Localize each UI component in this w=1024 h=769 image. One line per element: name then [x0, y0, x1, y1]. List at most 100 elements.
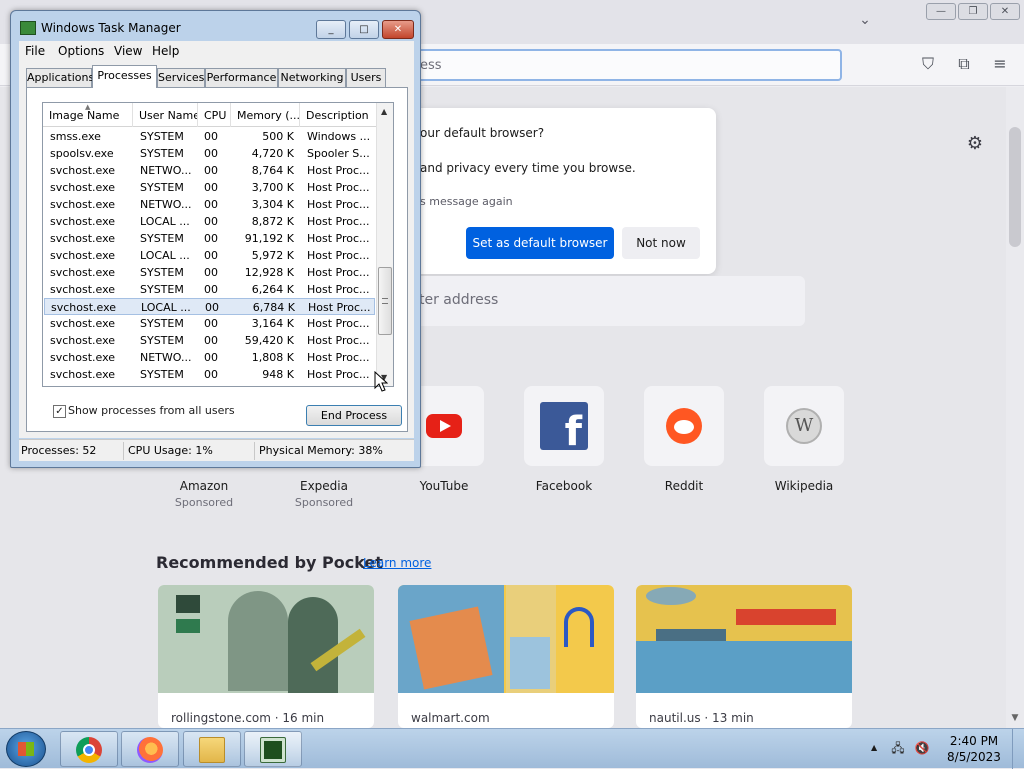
pocket-card-source: nautil.us · 13 min	[649, 711, 754, 725]
cell-memory: 500 K	[262, 130, 294, 143]
taskbar-chrome[interactable]	[60, 731, 118, 767]
facebook-tile: f	[524, 386, 604, 466]
show-all-users-checkbox[interactable]: ✓	[53, 405, 66, 418]
process-row[interactable]: svchost.exe SYSTEM 00 12,928 K Host Proc...	[44, 264, 375, 281]
pocket-learn-more-link[interactable]: Learn more	[363, 556, 431, 570]
cell-image-name: smss.exe	[50, 130, 101, 143]
process-row[interactable]: svchost.exe SYSTEM 00 91,192 K Host Proc...	[44, 230, 375, 247]
menu-file[interactable]: File	[25, 44, 45, 58]
pocket-card-image	[158, 585, 374, 693]
process-row[interactable]: svchost.exe NETWO... 00 8,764 K Host Proc...	[44, 162, 375, 179]
show-desktop-button[interactable]	[1012, 729, 1024, 769]
process-row[interactable]: svchost.exe SYSTEM 00 59,420 K Host Proc...	[44, 332, 375, 349]
list-all-tabs-icon[interactable]: ⌄	[854, 12, 876, 32]
browser-restore-button[interactable]: ❐	[958, 3, 988, 20]
browser-minimize-button[interactable]: —	[926, 3, 956, 20]
tab-networking[interactable]: Networking	[278, 68, 346, 87]
pocket-card[interactable]: nautil.us · 13 min	[636, 585, 852, 728]
top-site-reddit[interactable]: Reddit	[644, 386, 724, 493]
task-manager-icon	[20, 21, 36, 35]
newtab-settings-gear-icon[interactable]: ⚙	[965, 134, 985, 154]
close-button[interactable]: ✕	[382, 20, 414, 39]
process-row[interactable]: svchost.exe NETWO... 00 3,304 K Host Proc...	[44, 196, 375, 213]
cell-description: Host Proc...	[307, 181, 370, 194]
taskbar-firefox[interactable]	[121, 731, 179, 767]
process-row[interactable]: svchost.exe SYSTEM 00 3,164 K Host Proc...	[44, 315, 375, 332]
column-image-name[interactable]: ▲ Image Name	[43, 103, 133, 127]
start-button[interactable]	[6, 731, 46, 767]
process-list-scrollbar-thumb[interactable]	[378, 267, 392, 335]
column-user-name[interactable]: User Name	[133, 103, 198, 127]
set-default-browser-button[interactable]: Set as default browser	[466, 227, 614, 259]
page-scrollbar-thumb[interactable]	[1009, 127, 1021, 247]
cell-description: Windows ...	[307, 130, 371, 143]
process-row[interactable]: svchost.exe SYSTEM 00 6,264 K Host Proc...	[44, 281, 375, 298]
cell-memory: 8,764 K	[251, 164, 294, 177]
tab-services[interactable]: Services	[157, 68, 205, 87]
url-bar[interactable]: ess	[398, 49, 842, 81]
process-row[interactable]: svchost.exe LOCAL ... 00 5,972 K Host Proc..…	[44, 247, 375, 264]
cell-memory: 12,928 K	[244, 266, 294, 279]
cell-memory: 59,420 K	[244, 334, 294, 347]
tab-processes[interactable]: Processes	[92, 65, 157, 88]
top-site-facebook[interactable]: f Facebook	[524, 386, 604, 493]
dont-show-again-text[interactable]: s message again	[420, 195, 513, 208]
menu-options[interactable]: Options	[58, 44, 104, 58]
window-title: Windows Task Manager	[41, 21, 181, 35]
extensions-icon[interactable]: ⧉	[953, 53, 975, 75]
network-icon[interactable]: 🖧	[890, 741, 906, 755]
column-memory[interactable]: Memory (...	[231, 103, 300, 127]
show-hidden-icons-icon[interactable]: ▲	[871, 743, 877, 752]
pocket-card[interactable]: walmart.com	[398, 585, 614, 728]
browser-close-button[interactable]: ✕	[990, 3, 1020, 20]
column-cpu[interactable]: CPU	[198, 103, 231, 127]
cell-description: Host Proc...	[307, 215, 370, 228]
column-description[interactable]: Description	[300, 103, 376, 127]
sponsored-label: Sponsored	[174, 496, 234, 509]
system-clock[interactable]: 2:40 PM 8/5/2023	[942, 733, 1006, 765]
status-processes: Processes: 52	[21, 444, 97, 457]
cell-cpu: 00	[204, 198, 218, 211]
menu-view[interactable]: View	[114, 44, 142, 58]
top-site-wikipedia[interactable]: W Wikipedia	[764, 386, 844, 493]
task-manager-window: Windows Task Manager _ □ ✕ File Options …	[10, 10, 421, 468]
default-browser-prompt: our default browser? and privacy every t…	[400, 108, 716, 274]
status-memory: Physical Memory: 38%	[259, 444, 383, 457]
taskbar-file-explorer[interactable]	[183, 731, 241, 767]
process-row[interactable]: svchost.exe LOCAL ... 00 6,784 K Host Proc..…	[44, 298, 375, 315]
prompt-privacy-text: and privacy every time you browse.	[420, 161, 636, 175]
process-row[interactable]: spoolsv.exe SYSTEM 00 4,720 K Spooler S...	[44, 145, 375, 162]
menu-icon[interactable]: ≡	[989, 53, 1011, 75]
minimize-button[interactable]: _	[316, 20, 346, 39]
processes-panel: ▲ Image Name User Name CPU Memory (... D…	[26, 87, 408, 432]
pocket-icon[interactable]: ⛉	[917, 53, 939, 75]
cell-image-name: svchost.exe	[50, 232, 116, 245]
newtab-search-box[interactable]: ter address	[405, 276, 805, 326]
menu-bar: File Options View Help	[19, 41, 414, 61]
task-manager-body: Applications Processes Services Performa…	[19, 61, 414, 438]
process-row[interactable]: svchost.exe LOCAL ... 00 8,872 K Host Proc..…	[44, 213, 375, 230]
page-scrollbar[interactable]: ▼	[1006, 87, 1024, 728]
tab-users[interactable]: Users	[346, 68, 386, 87]
volume-muted-icon[interactable]: 🔇	[914, 741, 930, 755]
end-process-button[interactable]: End Process	[306, 405, 402, 426]
scroll-up-arrow-icon[interactable]: ▲	[381, 107, 387, 116]
pocket-card-source: rollingstone.com · 16 min	[171, 711, 325, 725]
process-list-scrollbar[interactable]: ▲ ▼	[376, 103, 393, 386]
show-all-users-label[interactable]: Show processes from all users	[68, 404, 235, 417]
process-list[interactable]: ▲ Image Name User Name CPU Memory (... D…	[42, 102, 394, 387]
not-now-button[interactable]: Not now	[622, 227, 700, 259]
taskbar-task-manager[interactable]	[244, 731, 302, 767]
pocket-card[interactable]: rollingstone.com · 16 min	[158, 585, 374, 728]
cell-cpu: 00	[204, 283, 218, 296]
process-row[interactable]: svchost.exe NETWO... 00 1,808 K Host Proc...	[44, 349, 375, 366]
process-row[interactable]: smss.exe SYSTEM 00 500 K Windows ...	[44, 128, 375, 145]
menu-help[interactable]: Help	[152, 44, 179, 58]
tab-performance[interactable]: Performance	[205, 68, 278, 87]
maximize-button[interactable]: □	[349, 20, 379, 39]
process-row[interactable]: svchost.exe SYSTEM 00 3,700 K Host Proc...	[44, 179, 375, 196]
scroll-down-arrow-icon[interactable]: ▼	[1010, 713, 1020, 723]
process-row[interactable]: svchost.exe SYSTEM 00 948 K Host Proc...	[44, 366, 375, 383]
cell-cpu: 00	[204, 368, 218, 381]
tab-applications[interactable]: Applications	[26, 68, 94, 87]
